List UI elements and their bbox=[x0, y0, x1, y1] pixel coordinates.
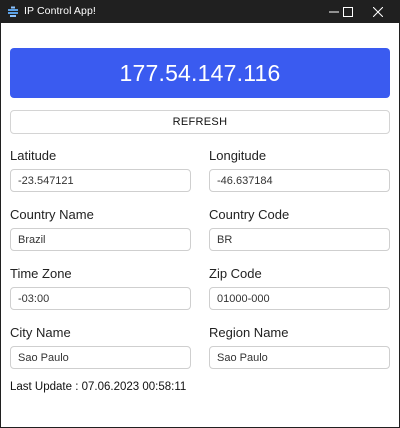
region-name-label: Region Name bbox=[209, 325, 289, 340]
main-content: 177.54.147.116 REFRESH Latitude Longitud… bbox=[1, 23, 399, 427]
latitude-label: Latitude bbox=[10, 148, 57, 163]
zip-code-label: Zip Code bbox=[209, 266, 262, 281]
country-code-label: Country Code bbox=[209, 207, 290, 222]
time-zone-field[interactable]: -03:00 bbox=[10, 287, 191, 310]
app-icon bbox=[7, 5, 19, 17]
close-button[interactable] bbox=[364, 0, 392, 23]
time-zone-label: Time Zone bbox=[10, 266, 72, 281]
latitude-field[interactable]: -23.547121 bbox=[10, 169, 191, 192]
city-name-field[interactable]: Sao Paulo bbox=[10, 346, 191, 369]
country-code-field[interactable]: BR bbox=[209, 228, 390, 251]
last-update-text: Last Update : 07.06.2023 00:58:11 bbox=[10, 381, 187, 393]
zip-code-field[interactable]: 01000-000 bbox=[209, 287, 390, 310]
longitude-field[interactable]: -46.637184 bbox=[209, 169, 390, 192]
window-title: IP Control App! bbox=[24, 5, 96, 17]
title-bar[interactable]: IP Control App! bbox=[0, 0, 400, 23]
maximize-button[interactable] bbox=[334, 0, 362, 23]
country-name-label: Country Name bbox=[10, 207, 94, 222]
close-icon bbox=[373, 6, 383, 17]
maximize-icon bbox=[343, 6, 353, 17]
city-name-label: City Name bbox=[10, 325, 71, 340]
ip-address-display: 177.54.147.116 bbox=[10, 48, 390, 98]
refresh-button[interactable]: REFRESH bbox=[10, 110, 390, 134]
app-window: IP Control App! 177.54.147.116 REFRESH L… bbox=[0, 0, 400, 428]
country-name-field[interactable]: Brazil bbox=[10, 228, 191, 251]
region-name-field[interactable]: Sao Paulo bbox=[209, 346, 390, 369]
longitude-label: Longitude bbox=[209, 148, 267, 163]
